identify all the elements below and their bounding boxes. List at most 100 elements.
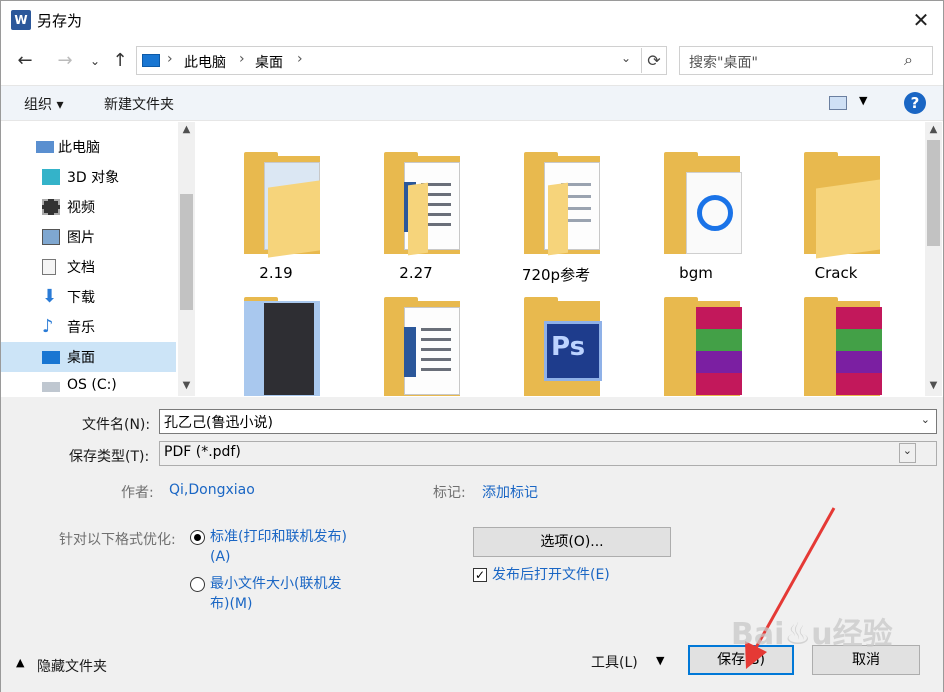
address-dropdown-icon[interactable]: ⌄: [621, 51, 631, 65]
radio-standard[interactable]: [190, 530, 205, 545]
forward-button[interactable]: →: [53, 49, 77, 73]
radio-standard-label-2[interactable]: (A): [210, 547, 231, 567]
folder-item[interactable]: [776, 277, 896, 396]
search-input[interactable]: 搜索"桌面" ⌕: [679, 46, 933, 75]
folder-item[interactable]: bgm: [636, 132, 756, 282]
close-button[interactable]: ✕: [901, 5, 941, 35]
scroll-up-icon[interactable]: ▲: [178, 124, 195, 135]
folder-front: [548, 182, 568, 256]
sidebar-item-downloads[interactable]: ⬇ 下载: [1, 282, 176, 312]
folder-front: [408, 182, 428, 256]
sidebar-item-music[interactable]: ♪ 音乐: [1, 312, 176, 342]
sidebar-item-label: 3D 对象: [67, 170, 120, 186]
hide-folders-button[interactable]: 隐藏文件夹: [37, 656, 107, 676]
scroll-up-icon[interactable]: ▲: [925, 124, 942, 135]
folder-item[interactable]: 2.19: [216, 132, 336, 282]
navigation-pane: 此电脑 3D 对象 视频 图片 文档 ⬇ 下载 ♪ 音乐 桌面 OS (C:) …: [1, 122, 196, 396]
chevron-up-icon[interactable]: ▲: [16, 656, 24, 669]
file-view: 2.19 2.27 720p参考 bgm Crack Ps: [198, 122, 923, 396]
options-button[interactable]: 选项(O)...: [473, 527, 671, 557]
organize-button[interactable]: 组织 ▾: [24, 94, 63, 114]
file-type-value: PDF (*.pdf): [164, 444, 241, 460]
sidebar-item-label: 文档: [67, 260, 95, 276]
folder-item[interactable]: Ps: [496, 277, 616, 396]
sidebar-item-documents[interactable]: 文档: [1, 252, 176, 282]
photo-thumbnail: [264, 303, 314, 395]
sidebar-item-videos[interactable]: 视频: [1, 192, 176, 222]
chevron-down-icon[interactable]: ⌄: [898, 443, 916, 463]
word-doc-icon: [404, 327, 416, 377]
help-button[interactable]: ?: [904, 92, 926, 114]
download-icon: ⬇: [42, 286, 58, 307]
author-value[interactable]: Qi,Dongxiao: [169, 482, 255, 498]
sidebar-item-desktop[interactable]: 桌面: [1, 342, 176, 372]
refresh-button[interactable]: ⟳: [641, 48, 666, 73]
file-type-label: 保存类型(T):: [69, 449, 150, 465]
title-bar: W 另存为 ✕: [1, 1, 943, 39]
picture-icon: [42, 229, 60, 245]
recent-locations-button[interactable]: ⌄: [83, 49, 107, 73]
chevron-right-icon: ›: [167, 51, 173, 67]
back-button[interactable]: ←: [13, 49, 37, 73]
sidebar-item-label: 此电脑: [58, 140, 100, 156]
open-after-publish-label[interactable]: 发布后打开文件(E): [492, 565, 610, 585]
sidebar-item-label: 视频: [67, 200, 95, 216]
sidebar-item-label: 桌面: [67, 350, 95, 366]
search-placeholder: 搜索"桌面": [689, 55, 758, 71]
sidebar-scrollbar[interactable]: ▲ ▼: [178, 122, 195, 396]
winrar-icon: [696, 307, 742, 396]
radio-minimum-size-label[interactable]: 最小文件大小(联机发: [210, 574, 341, 594]
add-tags-link[interactable]: 添加标记: [482, 482, 538, 502]
tools-button[interactable]: 工具(L): [591, 652, 638, 672]
breadcrumb-this-pc[interactable]: 此电脑: [184, 52, 226, 72]
computer-icon: [142, 54, 160, 67]
word-icon: W: [11, 10, 31, 30]
sidebar-item-label: 图片: [67, 230, 95, 246]
file-type-select[interactable]: PDF (*.pdf) ⌄: [159, 441, 937, 466]
breadcrumb-desktop[interactable]: 桌面: [255, 52, 283, 72]
folder-front: [268, 180, 320, 258]
chevron-down-icon[interactable]: ⌄: [921, 413, 930, 426]
view-icon[interactable]: [829, 96, 847, 110]
sidebar-item-this-pc[interactable]: 此电脑: [1, 132, 176, 162]
window-title: 另存为: [37, 12, 83, 30]
chevron-right-icon: ›: [297, 51, 303, 67]
search-icon: ⌕: [904, 50, 913, 69]
file-view-scroll-thumb[interactable]: [927, 140, 940, 246]
tools-dropdown-icon[interactable]: ▼: [656, 654, 664, 667]
folder-front: [816, 179, 880, 259]
sidebar-scroll-thumb[interactable]: [180, 194, 193, 310]
app-icon: [686, 172, 742, 254]
folder-item[interactable]: Crack: [776, 132, 896, 282]
folder-item[interactable]: 2.27: [356, 132, 476, 282]
radio-minimum-size[interactable]: [190, 577, 205, 592]
sidebar-item-pictures[interactable]: 图片: [1, 222, 176, 252]
radio-minimum-size-label-2[interactable]: 布)(M): [210, 594, 252, 614]
new-folder-button[interactable]: 新建文件夹: [104, 94, 174, 114]
optimize-label: 针对以下格式优化:: [59, 532, 176, 548]
up-button[interactable]: ↑: [108, 49, 132, 73]
filename-input[interactable]: 孔乙己(鲁迅小说) ⌄: [159, 409, 937, 434]
winrar-icon: [836, 307, 882, 396]
filename-value: 孔乙己(鲁迅小说): [164, 415, 273, 431]
view-dropdown-icon[interactable]: ▼: [859, 94, 867, 107]
save-as-dialog: W 另存为 ✕ ← → ⌄ ↑ › 此电脑 › 桌面 › ⌄ ⟳ 搜索"桌面" …: [0, 0, 944, 692]
desktop-icon: [42, 351, 60, 364]
cube-icon: [42, 169, 60, 185]
radio-standard-label[interactable]: 标准(打印和联机发布): [210, 527, 347, 547]
sidebar-item-label: 下载: [67, 290, 95, 306]
scroll-down-icon[interactable]: ▼: [925, 380, 942, 391]
folder-item[interactable]: 720p参考: [496, 132, 616, 284]
file-view-scrollbar[interactable]: ▲ ▼: [925, 122, 942, 396]
folder-item[interactable]: [356, 277, 476, 396]
sidebar-item-3d-objects[interactable]: 3D 对象: [1, 162, 176, 192]
scroll-down-icon[interactable]: ▼: [178, 380, 195, 391]
folder-item[interactable]: [636, 277, 756, 396]
baidu-watermark-logo: Bai♨u经验: [731, 617, 893, 652]
sidebar-item-label: 音乐: [67, 320, 95, 336]
open-after-publish-checkbox[interactable]: ✓: [473, 568, 487, 582]
photoshop-icon: Ps: [544, 321, 602, 381]
music-icon: ♪: [42, 316, 54, 337]
address-bar[interactable]: › 此电脑 › 桌面 › ⌄ ⟳: [136, 46, 667, 75]
folder-item[interactable]: [216, 277, 336, 396]
